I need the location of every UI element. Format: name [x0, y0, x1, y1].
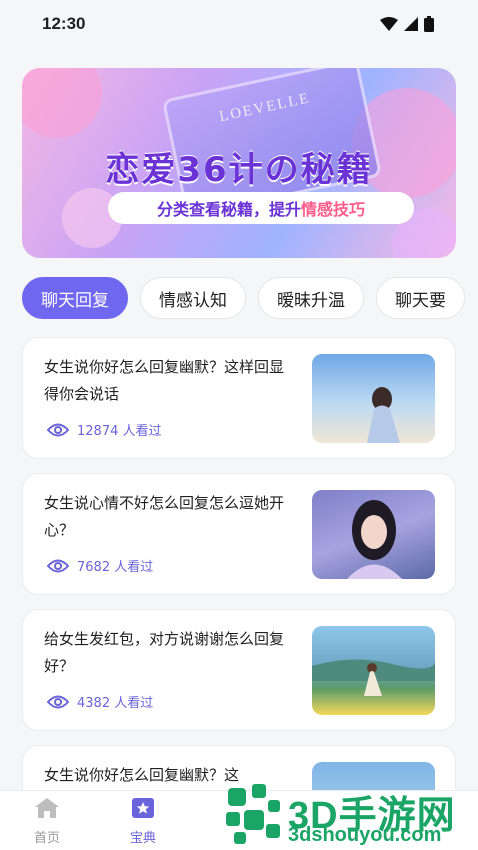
- home-icon: [35, 798, 59, 818]
- status-icons: [380, 16, 434, 32]
- eye-icon: [47, 695, 69, 708]
- article-thumbnail: [312, 626, 435, 715]
- banner-subtitle-highlight: 情感技巧: [301, 200, 366, 219]
- article-thumbnail: [312, 354, 435, 443]
- battery-icon: [424, 16, 434, 32]
- article-views: 12874 人看过: [47, 420, 162, 439]
- book-title-text: LOEVELLE: [217, 90, 312, 126]
- watermark: 3D手游网 3dshouyou.com: [222, 780, 478, 850]
- nav-home-label: 首页: [33, 831, 60, 846]
- promo-banner[interactable]: LOEVELLE 恋爱36计の秘籍 分类查看秘籍，提升 情感技巧: [22, 68, 456, 258]
- category-tabs: 聊天回复 情感认知 暧昧升温 聊天要: [22, 277, 465, 319]
- eye-icon: [47, 423, 69, 436]
- watermark-url: 3dshouyou.com: [288, 824, 442, 846]
- article-title: 女生说你好怎么回复幽默？这样回显得你会说话: [44, 358, 285, 403]
- watermark-logo-icon: [226, 784, 280, 844]
- views-count: 4382 人看过: [77, 696, 154, 711]
- article-title: 女生说心情不好怎么回复怎么逗她开心？: [44, 494, 285, 539]
- wifi-icon: [380, 17, 398, 31]
- eye-icon: [47, 559, 69, 572]
- tab-flirting[interactable]: 暧昧升温: [258, 277, 364, 319]
- signal-icon: [404, 17, 418, 31]
- status-bar: 12:30: [0, 0, 478, 52]
- article-card[interactable]: 女生说心情不好怎么回复怎么逗她开心？ 7682 人看过: [22, 473, 456, 595]
- views-count: 7682 人看过: [77, 560, 154, 575]
- article-views: 7682 人看过: [47, 556, 153, 575]
- article-title: 给女生发红包，对方说谢谢怎么回复好？: [44, 630, 285, 675]
- views-count: 12874 人看过: [77, 424, 162, 439]
- status-time: 12:30: [42, 14, 86, 33]
- banner-subtitle: 分类查看秘籍，提升 情感技巧: [108, 192, 414, 224]
- nav-treasury-label: 宝典: [129, 831, 156, 846]
- nav-home[interactable]: 首页: [17, 797, 77, 846]
- article-card[interactable]: 女生说你好怎么回复幽默？这样回显得你会说话 12874 人看过: [22, 337, 456, 459]
- balloon-decoration: [22, 68, 102, 138]
- tab-emotion-cognition[interactable]: 情感认知: [140, 277, 246, 319]
- banner-title: 恋爱36计の秘籍: [105, 150, 373, 190]
- tab-chat-more[interactable]: 聊天要: [376, 277, 465, 319]
- article-thumbnail: [312, 490, 435, 579]
- article-card[interactable]: 给女生发红包，对方说谢谢怎么回复好？ 4382 人看过: [22, 609, 456, 731]
- banner-subtitle-prefix: 分类查看秘籍，提升: [156, 200, 301, 219]
- nav-treasury[interactable]: 宝典: [113, 797, 173, 846]
- tab-chat-reply[interactable]: 聊天回复: [22, 277, 128, 319]
- book-star-icon: [132, 798, 154, 818]
- article-views: 4382 人看过: [47, 692, 153, 711]
